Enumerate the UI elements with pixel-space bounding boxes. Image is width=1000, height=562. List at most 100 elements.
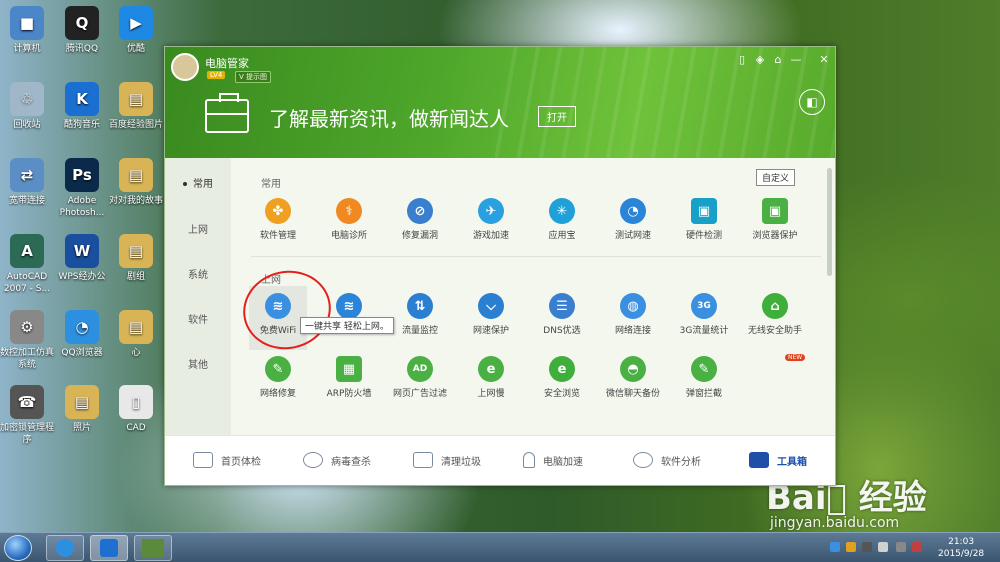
banner-open-button[interactable]: 打开 <box>538 106 576 127</box>
vip-badge[interactable]: V 提示图 <box>235 71 272 83</box>
tool-item[interactable]: ◍ 网络连接 <box>598 293 668 336</box>
tab-speed-up[interactable]: 电脑加速 <box>523 452 583 468</box>
tool-icon: ⇅ <box>407 293 433 319</box>
tray-speaker-icon[interactable] <box>878 542 888 552</box>
clock-date: 2015/9/28 <box>938 549 985 559</box>
tool-item[interactable]: e 上网慢 <box>456 356 526 399</box>
level-badge[interactable]: LV4 <box>207 71 226 79</box>
desktop-icon[interactable]: A AutoCAD 2007 - S... <box>0 234 57 295</box>
tool-item[interactable]: ✎ 弹窗拦截 <box>669 356 739 399</box>
close-button[interactable]: ✕ <box>817 53 831 66</box>
active-dot-icon <box>183 182 187 186</box>
scrollbar[interactable] <box>827 168 832 276</box>
tray-flag-icon[interactable] <box>912 542 922 552</box>
system-clock[interactable]: 21:03 2015/9/28 <box>938 536 984 560</box>
tool-label: 游戏加速 <box>472 231 509 241</box>
nav-item-system[interactable]: 系统 <box>165 266 231 281</box>
start-button[interactable] <box>4 535 32 561</box>
tool-label: 修复漏洞 <box>401 231 438 241</box>
desktop-icon[interactable]: ♲ 回收站 <box>0 82 57 131</box>
desktop-icon-label: 回收站 <box>13 120 41 130</box>
desktop-icon[interactable]: ☎ 加密锁管理程序 <box>0 385 57 446</box>
tool-label: 网络连接 <box>614 326 651 336</box>
desktop-icon[interactable]: Ps Adobe Photosh... <box>52 158 112 219</box>
desktop-icon[interactable]: W WPS经办公 <box>52 234 112 283</box>
tray-shield-icon[interactable] <box>830 542 840 552</box>
tray-network-icon[interactable] <box>896 542 906 552</box>
tool-item[interactable]: ✳ 应用宝 <box>527 198 597 241</box>
tool-item[interactable]: ⌵ 网速保护 <box>456 293 526 336</box>
desktop-icon-image: ▶ <box>119 6 153 40</box>
desktop-icon[interactable]: ▯ CAD <box>106 385 166 434</box>
nav-item-other[interactable]: 其他 <box>165 356 231 371</box>
tool-item[interactable]: ▦ ARP防火墙 <box>314 356 384 399</box>
tool-icon: e <box>478 356 504 382</box>
desktop-icon[interactable]: ▤ 照片 <box>52 385 112 434</box>
minimize-button[interactable]: — <box>789 53 803 66</box>
tool-item[interactable]: ⇅ 流量监控 <box>385 293 455 336</box>
tab-clean-junk[interactable]: 清理垃圾 <box>413 452 481 468</box>
desktop-icon-label: 心 <box>131 348 141 358</box>
skin-icon[interactable]: ⌂ <box>771 53 785 66</box>
tool-label: 无线安全助手 <box>747 326 802 336</box>
tab-toolbox[interactable]: 工具箱 <box>749 452 807 468</box>
desktop-icon[interactable]: ▤ 剧组 <box>106 234 166 283</box>
desktop-icon[interactable]: ▤ 百度经验图片 <box>106 82 166 131</box>
tool-item[interactable]: ◔ 测试网速 <box>598 198 668 241</box>
tab-virus-scan[interactable]: 病毒查杀 <box>303 452 371 468</box>
desktop-icon[interactable]: Q 腾讯QQ <box>52 6 112 55</box>
taskbar-photo[interactable] <box>134 535 172 561</box>
nav-item-software[interactable]: 软件 <box>165 311 231 326</box>
desktop-icon-image: Ps <box>65 158 99 192</box>
desktop-icon[interactable]: ⚙ 数控加工仿真系统 <box>0 310 57 371</box>
desktop-icon[interactable]: ▤ 对对我的故事 <box>106 158 166 207</box>
tool-item[interactable]: ✈ 游戏加速 <box>456 198 526 241</box>
nav-item-common[interactable]: 常用 <box>165 175 231 190</box>
tool-item[interactable]: ☰ DNS优选 <box>527 293 597 336</box>
clock-time: 21:03 <box>948 537 975 547</box>
tool-label: 网络修复 <box>259 389 296 399</box>
tool-icon: ⚕ <box>336 198 362 224</box>
tool-item[interactable]: ✤ 软件管理 <box>243 198 313 241</box>
desktop-icon[interactable]: ▶ 优酷 <box>106 6 166 55</box>
tool-item[interactable]: ◓ 微信聊天备份 <box>598 356 668 399</box>
tab-label: 软件分析 <box>661 456 701 468</box>
sidebar-toggle-icon[interactable]: ◧ <box>799 89 825 115</box>
tool-label: 3G流量统计 <box>679 326 729 336</box>
tray-app-icon[interactable] <box>862 542 872 552</box>
desktop-icon[interactable]: ■ 计算机 <box>0 6 57 55</box>
desktop-icon-image: ▤ <box>119 158 153 192</box>
tab-home-checkup[interactable]: 首页体检 <box>193 452 261 468</box>
tool-item[interactable]: 3G 3G流量统计 <box>669 293 739 336</box>
tab-label: 清理垃圾 <box>441 456 481 468</box>
phone-icon[interactable]: ▯ <box>735 53 749 66</box>
tool-item[interactable]: ▣ 硬件检测 <box>669 198 739 241</box>
tool-item[interactable]: ⊘ 修复漏洞 <box>385 198 455 241</box>
desktop-icon[interactable]: ⇄ 宽带连接 <box>0 158 57 207</box>
desktop-icon[interactable]: K 酷狗音乐 <box>52 82 112 131</box>
tool-item[interactable]: AD 网页广告过滤 <box>385 356 455 399</box>
tool-item[interactable]: e 安全浏览 <box>527 356 597 399</box>
tab-label: 首页体检 <box>221 456 261 468</box>
tool-icon: ▦ <box>336 356 362 382</box>
tool-icon: ◓ <box>620 356 646 382</box>
toolbox-tab-icon <box>749 452 769 468</box>
tool-item[interactable]: ▣ 浏览器保护 <box>740 198 810 241</box>
desktop-icon-image: ■ <box>10 6 44 40</box>
tray-warning-icon[interactable] <box>846 542 856 552</box>
taskbar-pc-manager[interactable] <box>90 535 128 561</box>
desktop-icon[interactable]: ▤ 心 <box>106 310 166 359</box>
nav-item-internet[interactable]: 上网 <box>165 221 231 236</box>
tool-item[interactable]: ⌂ 无线安全助手 <box>740 293 810 336</box>
customize-button[interactable]: 自定义 <box>756 169 796 186</box>
tool-label: 上网慢 <box>477 389 505 399</box>
tool-icon: ◔ <box>620 198 646 224</box>
tab-software-analysis[interactable]: 软件分析 <box>633 452 701 468</box>
desktop-icon[interactable]: ◔ QQ浏览器 <box>52 310 112 359</box>
taskbar-qq-browser[interactable] <box>46 535 84 561</box>
user-avatar[interactable] <box>171 53 199 81</box>
tool-item[interactable]: ✎ 网络修复 <box>243 356 313 399</box>
desktop-icon-label: 宽带连接 <box>8 196 45 206</box>
tool-item[interactable]: ⚕ 电脑诊所 <box>314 198 384 241</box>
shield-icon[interactable]: ◈ <box>753 53 767 66</box>
